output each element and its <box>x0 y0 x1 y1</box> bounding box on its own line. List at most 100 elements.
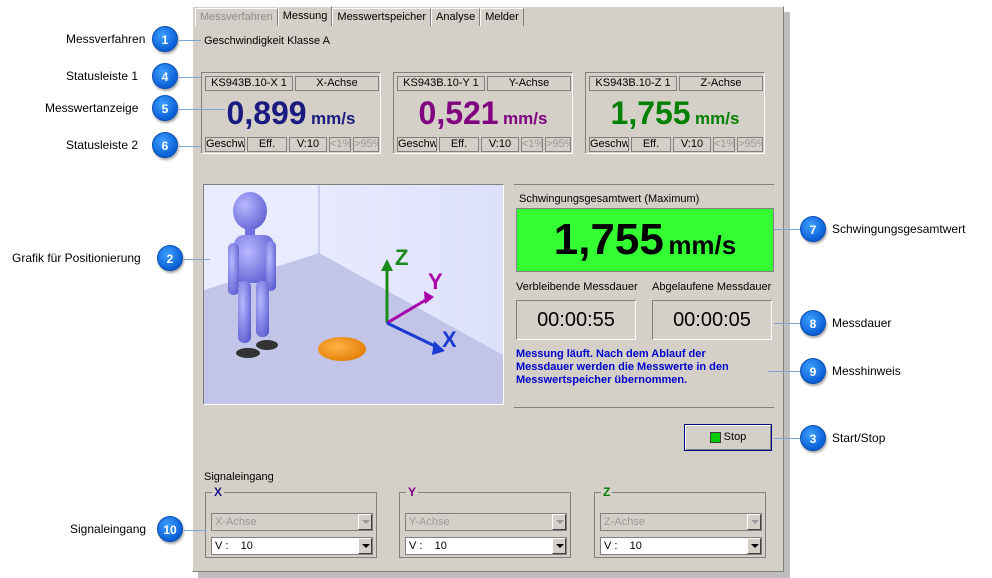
total-value-display: 1,755 mm/s <box>516 208 774 272</box>
remaining-label: Verbleibende Messdauer <box>516 281 638 293</box>
callout-line <box>179 40 201 41</box>
value-unit: mm/s <box>311 109 356 128</box>
callout-line <box>768 371 800 372</box>
axis-select[interactable]: Y-Achse <box>405 513 567 531</box>
dropdown-arrow-icon <box>747 514 761 530</box>
sensor-label: KS943B.10-X 1 <box>205 76 293 91</box>
tab-analyse[interactable]: Analyse <box>431 8 481 26</box>
callout-line <box>179 77 201 78</box>
tab-bar: Messverfahren Messung Messwertspeicher A… <box>195 6 524 26</box>
value-display: 0,521 mm/s <box>394 95 572 132</box>
callout-label-statusleiste-1: Statusleiste 1 <box>66 69 139 83</box>
gain-select[interactable]: V : 10 <box>600 537 762 555</box>
total-title: Schwingungsgesamtwert (Maximum) <box>519 193 700 205</box>
status-eff: Eff. <box>247 137 287 152</box>
status-low: <1% <box>521 137 543 152</box>
callout-badge-9: 9 <box>800 358 826 384</box>
callout-line <box>184 530 206 531</box>
callout-label-grafik: Grafik für Positionierung <box>12 251 141 265</box>
axis-label-z: Z <box>395 245 408 270</box>
status-low: <1% <box>713 137 735 152</box>
separator-top <box>514 184 774 185</box>
status-high: >95% <box>353 137 379 152</box>
status-high: >95% <box>545 137 571 152</box>
status-mode: Geschw <box>397 137 437 152</box>
value-display: 1,755 mm/s <box>586 95 764 132</box>
elapsed-time: 00:00:05 <box>652 300 772 340</box>
callout-label-messhinweis: Messhinweis <box>832 364 901 378</box>
group-title: X <box>212 485 225 499</box>
group-title: Z <box>601 485 613 499</box>
callout-badge-2: 2 <box>157 245 183 271</box>
callout-badge-7: 7 <box>800 216 826 242</box>
callout-badge-3: 3 <box>800 425 826 451</box>
callout-badge-8: 8 <box>800 310 826 336</box>
axis-label: X-Achse <box>295 76 379 91</box>
dropdown-arrow-icon <box>552 514 566 530</box>
stop-button-label: Stop <box>723 431 747 443</box>
dropdown-arrow-icon <box>747 538 761 554</box>
channel-panel-y: KS943B.10-Y 1 Y-Achse 0,521 mm/s Geschw … <box>393 72 573 154</box>
status-mode: Geschw <box>205 137 245 152</box>
gain-select[interactable]: V : 10 <box>211 537 373 555</box>
dropdown-arrow-icon <box>358 538 372 554</box>
channel-panel-z: KS943B.10-Z 1 Z-Achse 1,755 mm/s Geschw … <box>585 72 765 154</box>
status-mode: Geschw <box>589 137 629 152</box>
callout-badge-10: 10 <box>157 516 183 542</box>
signal-title: Signaleingang <box>204 471 274 483</box>
gain-select[interactable]: V : 10 <box>405 537 567 555</box>
signal-group-x: X X-Achse V : 10 <box>205 485 377 558</box>
axis-label-y: Y <box>428 269 443 294</box>
callout-line <box>179 146 201 147</box>
callout-label-signaleingang: Signaleingang <box>70 522 147 536</box>
elapsed-label: Abgelaufene Messdauer <box>652 281 772 293</box>
figure-graphic: Z Y X <box>204 185 503 404</box>
remaining-time: 00:00:55 <box>516 300 636 340</box>
led-icon <box>709 431 721 443</box>
dropdown-arrow-icon <box>358 514 372 530</box>
value-unit: mm/s <box>695 109 740 128</box>
callout-badge-6: 6 <box>152 132 178 158</box>
status-low: <1% <box>329 137 351 152</box>
status-gain: V:10 <box>673 137 711 152</box>
method-text: Geschwindigkeit Klasse A <box>204 35 330 47</box>
callout-badge-4: 4 <box>152 63 178 89</box>
value-number: 0,521 <box>418 95 499 131</box>
status-high: >95% <box>737 137 763 152</box>
callout-line <box>774 323 800 324</box>
axis-select[interactable]: Z-Achse <box>600 513 762 531</box>
signal-group-z: Z Z-Achse V : 10 <box>594 485 766 558</box>
callout-badge-1: 1 <box>152 26 178 52</box>
callout-label-start-stop: Start/Stop <box>832 431 886 445</box>
value-display: 0,899 mm/s <box>202 95 380 132</box>
callout-line <box>184 259 210 260</box>
tab-messverfahren[interactable]: Messverfahren <box>195 8 278 26</box>
signal-group-y: Y Y-Achse V : 10 <box>399 485 571 558</box>
positioning-graphic: Z Y X <box>203 184 504 405</box>
measurement-hint: Messung läuft. Nach dem Ablauf der Messd… <box>516 348 729 386</box>
sensor-label: KS943B.10-Y 1 <box>397 76 485 91</box>
dropdown-arrow-icon <box>552 538 566 554</box>
stop-button[interactable]: Stop <box>684 424 772 451</box>
callout-line <box>774 438 800 439</box>
callout-label-messdauer: Messdauer <box>832 316 892 330</box>
tab-melder[interactable]: Melder <box>480 8 524 26</box>
separator-bottom <box>514 407 774 408</box>
callout-badge-5: 5 <box>152 95 178 121</box>
value-unit: mm/s <box>503 109 548 128</box>
value-number: 0,899 <box>226 95 307 131</box>
callout-label-messwertanzeige: Messwertanzeige <box>45 101 139 115</box>
tab-messwertspeicher[interactable]: Messwertspeicher <box>332 8 432 26</box>
callout-line <box>179 109 225 110</box>
axis-select[interactable]: X-Achse <box>211 513 373 531</box>
tab-messung[interactable]: Messung <box>277 6 333 26</box>
total-value: 1,755 <box>553 215 664 264</box>
status-eff: Eff. <box>631 137 671 152</box>
status-eff: Eff. <box>439 137 479 152</box>
sensor-label: KS943B.10-Z 1 <box>589 76 677 91</box>
total-unit: mm/s <box>668 230 737 260</box>
axis-label: Z-Achse <box>679 76 763 91</box>
group-title: Y <box>406 485 419 499</box>
status-gain: V:10 <box>481 137 519 152</box>
status-gain: V:10 <box>289 137 327 152</box>
